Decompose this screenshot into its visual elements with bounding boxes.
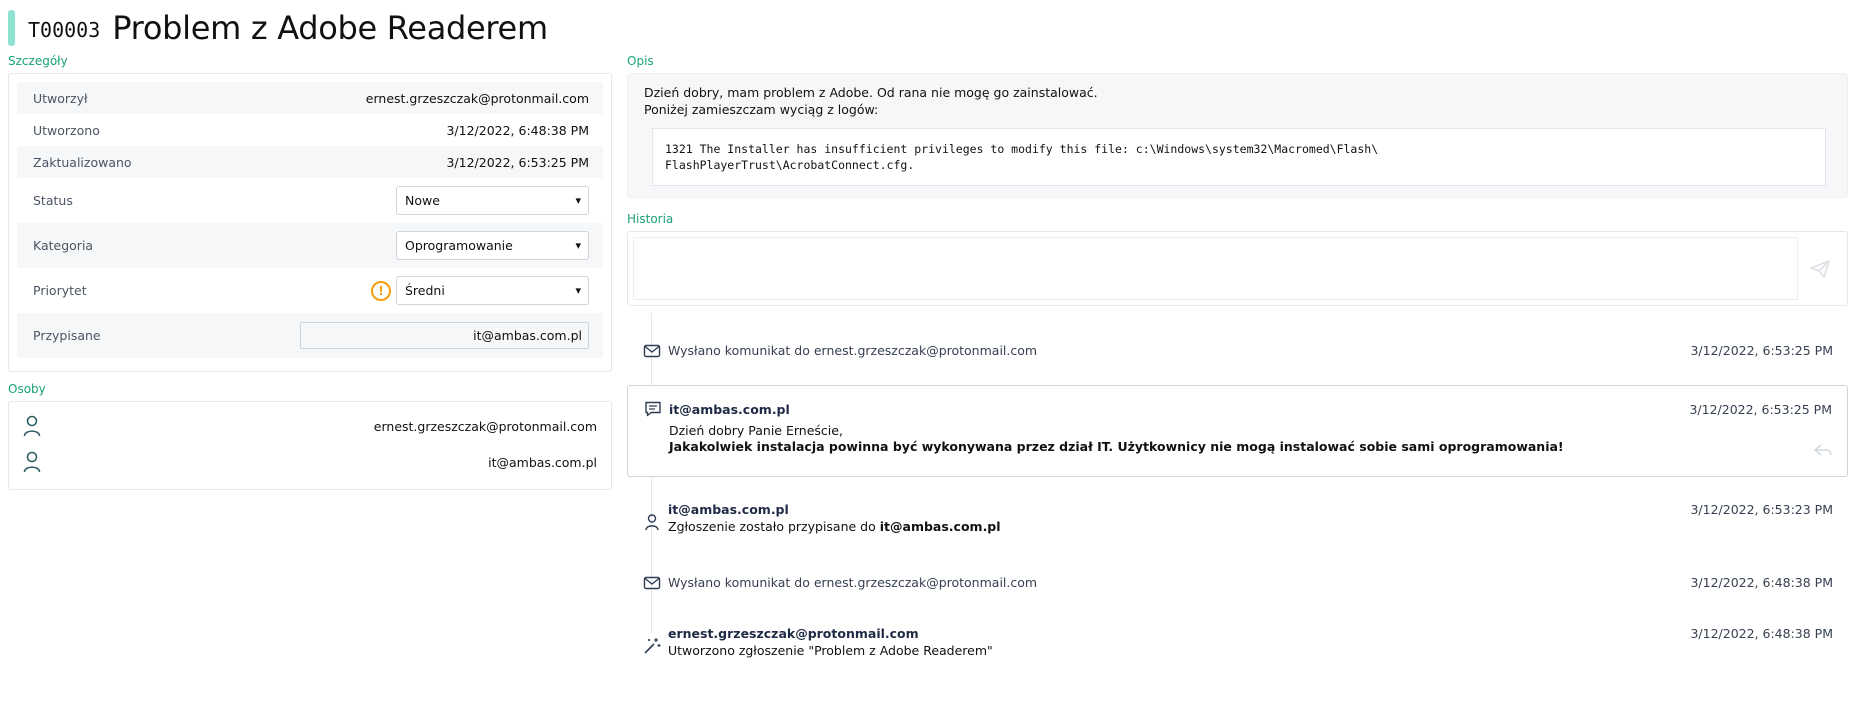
category-select-value: Oprogramowanie bbox=[405, 238, 513, 253]
priority-select-value: Średni bbox=[405, 283, 445, 298]
created-by-label: Utworzył bbox=[33, 90, 88, 106]
detail-row-created-by: Utworzył ernest.grzeszczak@protonmail.co… bbox=[17, 82, 603, 114]
people-section-label: Osoby bbox=[8, 382, 46, 396]
magic-wand-icon bbox=[644, 638, 661, 654]
description-line: Dzień dobry, mam problem z Adobe. Od ran… bbox=[644, 85, 1098, 100]
event-time: 3/12/2022, 6:53:25 PM bbox=[1689, 402, 1832, 417]
history-composer bbox=[627, 231, 1848, 306]
event-author: ernest.grzeszczak@protonmail.com bbox=[668, 626, 919, 641]
detail-row-created: Utworzono 3/12/2022, 6:48:38 PM bbox=[17, 114, 603, 146]
page-title: Problem z Adobe Readerem bbox=[112, 9, 548, 47]
event-time: 3/12/2022, 6:48:38 PM bbox=[1690, 575, 1833, 590]
event-text-wrap: Zgłoszenie zostało przypisane do it@amba… bbox=[668, 519, 1001, 534]
detail-row-category: Kategoria Oprogramowanie ▾ bbox=[17, 223, 603, 268]
history-event-mail: Wysłano komunikat do ernest.grzeszczak@p… bbox=[627, 571, 1848, 595]
warning-icon: ! bbox=[371, 280, 391, 301]
detail-row-assigned: Przypisane it@ambas.com.pl bbox=[17, 313, 603, 358]
created-value: 3/12/2022, 6:48:38 PM bbox=[446, 122, 589, 138]
event-target: it@ambas.com.pl bbox=[879, 519, 1001, 534]
created-label: Utworzono bbox=[33, 122, 100, 138]
people-panel: ernest.grzeszczak@protonmail.com it@amba… bbox=[8, 401, 612, 490]
updated-value: 3/12/2022, 6:53:25 PM bbox=[446, 154, 589, 170]
history-event-create: ernest.grzeszczak@protonmail.com Utworzo… bbox=[627, 626, 1848, 662]
event-text: Wysłano komunikat do ernest.grzeszczak@p… bbox=[668, 343, 1038, 358]
description-line: Poniżej zamieszczam wyciąg z logów: bbox=[644, 102, 879, 117]
person-icon bbox=[645, 514, 659, 531]
chevron-down-icon: ▾ bbox=[575, 194, 581, 207]
description-panel: Dzień dobry, mam problem z Adobe. Od ran… bbox=[627, 73, 1848, 198]
comment-greeting: Dzień dobry Panie Erneście, bbox=[669, 423, 843, 438]
description-section-label: Opis bbox=[627, 54, 654, 68]
detail-row-updated: Zaktualizowano 3/12/2022, 6:53:25 PM bbox=[17, 146, 603, 178]
person-email: it@ambas.com.pl bbox=[488, 454, 597, 470]
reply-button[interactable] bbox=[1813, 442, 1833, 458]
person-icon bbox=[23, 451, 41, 473]
send-button[interactable] bbox=[1798, 237, 1842, 300]
assigned-label: Przypisane bbox=[33, 328, 101, 343]
status-label: Status bbox=[33, 193, 73, 208]
chevron-down-icon: ▾ bbox=[575, 239, 581, 252]
send-icon bbox=[1810, 259, 1830, 278]
event-text: Zgłoszenie zostało przypisane do bbox=[668, 519, 876, 534]
comment-input[interactable] bbox=[633, 237, 1798, 300]
chevron-down-icon: ▾ bbox=[575, 284, 581, 297]
details-section-label: Szczegóły bbox=[8, 54, 68, 68]
event-text: Utworzono zgłoszenie "Problem z Adobe Re… bbox=[668, 643, 993, 658]
person-item: ernest.grzeszczak@protonmail.com bbox=[23, 408, 597, 444]
mail-icon bbox=[643, 576, 661, 590]
details-panel: Utworzył ernest.grzeszczak@protonmail.co… bbox=[8, 73, 612, 372]
event-time: 3/12/2022, 6:48:38 PM bbox=[1690, 626, 1833, 641]
header-accent-bar bbox=[8, 10, 15, 46]
event-time: 3/12/2022, 6:53:25 PM bbox=[1690, 343, 1833, 358]
priority-wrap: ! Średni ▾ bbox=[371, 276, 589, 305]
page-header: T00003 Problem z Adobe Readerem bbox=[8, 8, 548, 48]
person-email: ernest.grzeszczak@protonmail.com bbox=[373, 418, 597, 434]
comment-icon bbox=[645, 401, 661, 417]
event-time: 3/12/2022, 6:53:23 PM bbox=[1690, 502, 1833, 517]
person-icon bbox=[23, 415, 41, 437]
created-by-value: ernest.grzeszczak@protonmail.com bbox=[365, 90, 589, 106]
log-code-block: 1321 The Installer has insufficient priv… bbox=[652, 128, 1826, 186]
priority-select[interactable]: Średni ▾ bbox=[396, 276, 589, 305]
ticket-id: T00003 bbox=[28, 18, 101, 42]
status-select[interactable]: Nowe ▾ bbox=[396, 186, 589, 215]
reply-icon bbox=[1814, 444, 1832, 456]
person-item: it@ambas.com.pl bbox=[23, 444, 597, 480]
category-label: Kategoria bbox=[33, 238, 94, 253]
mail-icon bbox=[643, 344, 661, 358]
priority-label: Priorytet bbox=[33, 283, 87, 298]
history-event-comment: it@ambas.com.pl 3/12/2022, 6:53:25 PM Dz… bbox=[627, 385, 1848, 477]
category-select[interactable]: Oprogramowanie ▾ bbox=[396, 231, 589, 260]
assigned-input[interactable]: it@ambas.com.pl bbox=[300, 322, 589, 349]
detail-row-priority: Priorytet ! Średni ▾ bbox=[17, 268, 603, 313]
updated-label: Zaktualizowano bbox=[33, 154, 132, 170]
event-author: it@ambas.com.pl bbox=[668, 502, 789, 517]
detail-row-status: Status Nowe ▾ bbox=[17, 178, 603, 223]
event-author: it@ambas.com.pl bbox=[669, 402, 790, 417]
history-event-mail: Wysłano komunikat do ernest.grzeszczak@p… bbox=[627, 339, 1848, 363]
history-section-label: Historia bbox=[627, 212, 674, 226]
status-select-value: Nowe bbox=[405, 193, 440, 208]
event-text: Wysłano komunikat do ernest.grzeszczak@p… bbox=[668, 575, 1038, 590]
history-event-assign: it@ambas.com.pl Zgłoszenie zostało przyp… bbox=[627, 502, 1848, 538]
comment-body: Jakakolwiek instalacja powinna być wykon… bbox=[669, 439, 1564, 454]
